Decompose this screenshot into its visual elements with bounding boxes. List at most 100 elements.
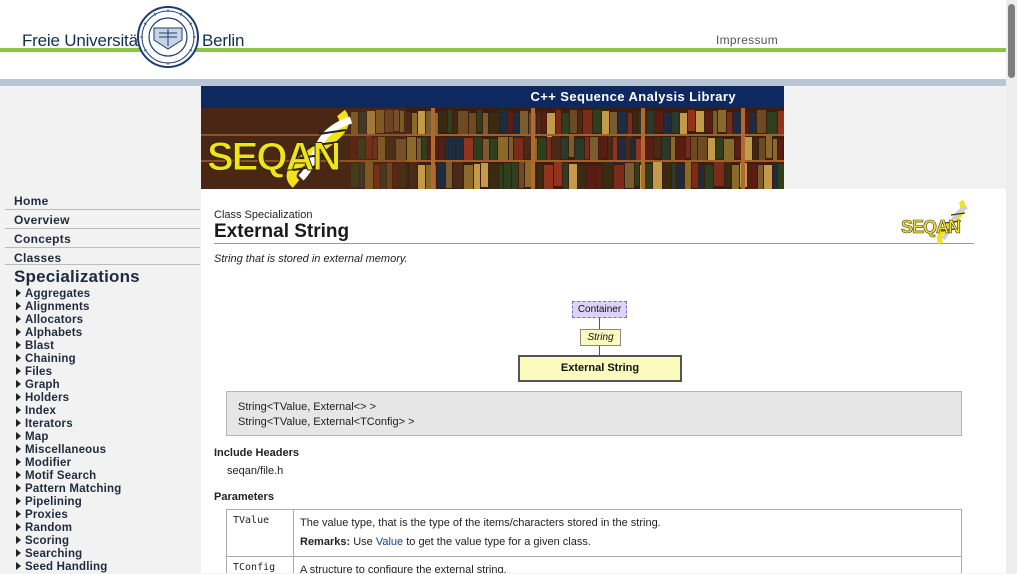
diagram-external-string-node: External String [518, 355, 682, 382]
sidebar-item-specialization[interactable]: Iterators [16, 418, 122, 431]
sidebar-item-label: Holders [25, 392, 70, 404]
remarks-text: Use [350, 536, 376, 548]
expand-triangle-icon[interactable] [16, 549, 21, 557]
expand-triangle-icon[interactable] [16, 471, 21, 479]
sidebar-item-label: Alphabets [25, 327, 83, 339]
brand-name-right[interactable]: Berlin [202, 31, 244, 51]
sidebar-item-specialization[interactable]: Miscellaneous [16, 444, 122, 457]
expand-triangle-icon[interactable] [16, 328, 21, 336]
sidebar-item-label: Files [25, 366, 53, 378]
sidebar-item-specialization[interactable]: Motif Search [16, 470, 122, 483]
param-remarks: Remarks: Use Value to get the value type… [300, 533, 955, 552]
sidebar-item-label: Scoring [25, 535, 70, 547]
include-file: seqan/file.h [227, 465, 284, 477]
signature-line: String<TValue, External<> > [238, 401, 376, 413]
sidebar-item-overview[interactable]: Overview [5, 210, 200, 229]
bookshelf-banner-image: SEQAN [201, 108, 784, 189]
title-divider [214, 243, 974, 244]
specializations-heading: Specializations [14, 267, 140, 286]
expand-triangle-icon[interactable] [16, 406, 21, 414]
expand-triangle-icon[interactable] [16, 562, 21, 570]
sidebar-item-specialization[interactable]: Random [16, 522, 122, 535]
sidebar-item-label: Pipelining [25, 496, 82, 508]
signature-line: String<TValue, External<TConfig> > [238, 416, 415, 428]
sidebar-item-specialization[interactable]: Chaining [16, 353, 122, 366]
sidebar-item-label: Index [25, 405, 57, 417]
table-row: TConfig A structure to configure the ext… [226, 556, 962, 573]
sidebar-item-label: Random [25, 522, 73, 534]
sidebar-item-specialization[interactable]: Searching [16, 548, 122, 561]
brand-name-left[interactable]: Freie Universität [22, 31, 143, 51]
sidebar-item-label: Aggregates [25, 288, 91, 300]
sidebar-item-specialization[interactable]: Aggregates [16, 288, 122, 301]
expand-triangle-icon[interactable] [16, 510, 21, 518]
header-blue-rule [0, 79, 1017, 86]
sidebar-item-label: Miscellaneous [25, 444, 107, 456]
banner-title: C++ Sequence Analysis Library [530, 89, 736, 104]
sidebar-item-label: Chaining [25, 353, 76, 365]
param-desc-text: The value type, that is the type of the … [300, 517, 661, 529]
remarks-text: to get the value type for a given class. [403, 536, 591, 548]
param-name: TValue [226, 509, 294, 557]
signature-box: String<TValue, External<> > String<TValu… [226, 391, 962, 436]
sidebar-item-specialization[interactable]: Modifier [16, 457, 122, 470]
sidebar-item-specialization[interactable]: Files [16, 366, 122, 379]
sidebar-item-classes[interactable]: Classes [5, 248, 200, 265]
expand-triangle-icon[interactable] [16, 536, 21, 544]
banner-title-bar: C++ Sequence Analysis Library [201, 86, 784, 108]
sidebar-item-label: Alignments [25, 301, 90, 313]
sidebar-item-specialization[interactable]: Blast [16, 340, 122, 353]
main-content: Class Specialization External String SEQ… [201, 189, 1006, 573]
sidebar-item-specialization[interactable]: Alphabets [16, 327, 122, 340]
include-headers-heading: Include Headers [214, 447, 299, 459]
expand-triangle-icon[interactable] [16, 302, 21, 310]
page-description: String that is stored in external memory… [214, 253, 408, 265]
sidebar-item-specialization[interactable]: Pattern Matching [16, 483, 122, 496]
sidebar-item-specialization[interactable]: Holders [16, 392, 122, 405]
sidebar-item-specialization[interactable]: Allocators [16, 314, 122, 327]
expand-triangle-icon[interactable] [16, 523, 21, 531]
sidebar-item-specialization[interactable]: Proxies [16, 509, 122, 522]
sidebar-item-concepts[interactable]: Concepts [5, 229, 200, 248]
scrollbar-thumb[interactable] [1008, 4, 1015, 78]
page-scrollbar[interactable] [1006, 0, 1017, 573]
expand-triangle-icon[interactable] [16, 367, 21, 375]
sidebar-item-label: Pattern Matching [25, 483, 122, 495]
impressum-link[interactable]: Impressum [716, 33, 778, 47]
expand-triangle-icon[interactable] [16, 289, 21, 297]
sidebar-item-specialization[interactable]: Seed Handling [16, 561, 122, 574]
university-seal-icon[interactable] [137, 6, 199, 68]
sidebar-item-label: Searching [25, 548, 83, 560]
sidebar-item-specialization[interactable]: Index [16, 405, 122, 418]
sidebar-item-specialization[interactable]: Graph [16, 379, 122, 392]
expand-triangle-icon[interactable] [16, 380, 21, 388]
expand-triangle-icon[interactable] [16, 497, 21, 505]
diagram-container-node[interactable]: Container [572, 301, 627, 318]
expand-triangle-icon[interactable] [16, 341, 21, 349]
remarks-label: Remarks: [300, 536, 351, 548]
sidebar-item-specialization[interactable]: Map [16, 431, 122, 444]
diagram-string-node[interactable]: String [580, 329, 621, 346]
param-description: The value type, that is the type of the … [293, 509, 962, 557]
sidebar-item-label: Blast [25, 340, 55, 352]
seqan-mini-logo-icon: SEQAN [901, 199, 968, 245]
library-banner: C++ Sequence Analysis Library SEQAN [201, 86, 784, 189]
page-kind-label: Class Specialization [214, 209, 313, 221]
expand-triangle-icon[interactable] [16, 315, 21, 323]
expand-triangle-icon[interactable] [16, 432, 21, 440]
sidebar-item-specialization[interactable]: Pipelining [16, 496, 122, 509]
specializations-list: Aggregates Alignments Allocators Alphabets B… [16, 288, 122, 574]
sidebar-item-specialization[interactable]: Alignments [16, 301, 122, 314]
expand-triangle-icon[interactable] [16, 354, 21, 362]
sidebar-item-specialization[interactable]: Scoring [16, 535, 122, 548]
sidebar-item-label: Allocators [25, 314, 84, 326]
expand-triangle-icon[interactable] [16, 393, 21, 401]
expand-triangle-icon[interactable] [16, 484, 21, 492]
value-link[interactable]: Value [376, 536, 403, 548]
sidebar-item-home[interactable]: Home [5, 191, 200, 210]
expand-triangle-icon[interactable] [16, 458, 21, 466]
expand-triangle-icon[interactable] [16, 445, 21, 453]
sidebar-item-label: Iterators [25, 418, 73, 430]
expand-triangle-icon[interactable] [16, 419, 21, 427]
diagram-connector [599, 318, 600, 329]
